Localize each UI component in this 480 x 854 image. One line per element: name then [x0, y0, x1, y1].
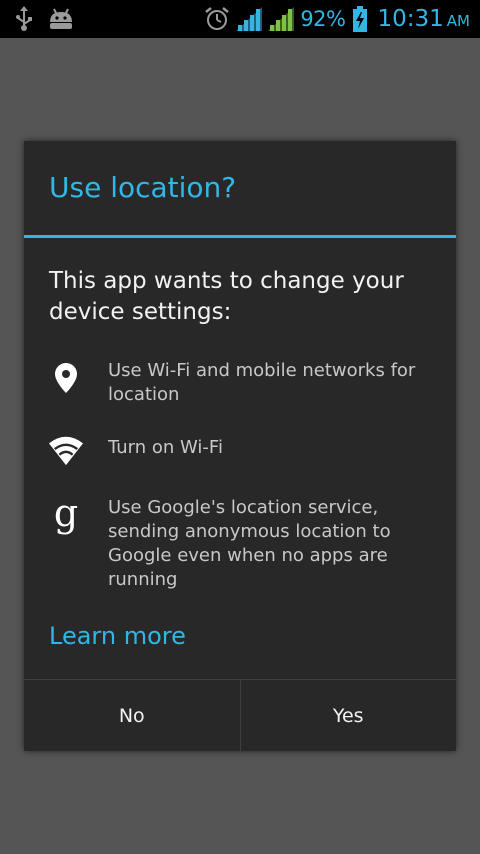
signal-icon-sim1: [236, 7, 263, 31]
clock-time: 10:31: [377, 6, 444, 32]
no-button[interactable]: No: [24, 680, 240, 752]
permission-text: Use Wi-Fi and mobile networks for locati…: [108, 360, 416, 405]
learn-more-link[interactable]: Learn more: [49, 622, 186, 650]
clock: 10:31 AM: [378, 6, 471, 32]
yes-button[interactable]: Yes: [241, 680, 457, 752]
status-bar-notifications: [14, 6, 74, 32]
alarm-icon: [204, 6, 230, 32]
wifi-icon: [49, 434, 83, 466]
android-debug-icon: [48, 8, 74, 30]
dialog-title: Use location?: [49, 171, 237, 204]
location-pin-icon: [49, 363, 83, 393]
status-bar-system: 92% 10:31 AM: [204, 0, 470, 38]
dialog-message: This app wants to change your device set…: [49, 268, 404, 325]
battery-percent: 92%: [300, 7, 346, 31]
permission-text: Turn on Wi-Fi: [108, 437, 223, 458]
title-divider: [24, 235, 456, 238]
location-dialog: Use location? This app wants to change y…: [24, 141, 456, 752]
google-g-icon: g: [53, 491, 79, 535]
usb-icon: [14, 6, 34, 32]
permission-text: Use Google's location service, sending a…: [108, 497, 391, 590]
status-bar: 92% 10:31 AM: [0, 0, 480, 38]
clock-ampm: AM: [446, 12, 470, 30]
signal-icon-sim2: [268, 7, 295, 31]
battery-charging-icon: [352, 6, 368, 32]
dialog-button-bar: No Yes: [24, 679, 456, 752]
